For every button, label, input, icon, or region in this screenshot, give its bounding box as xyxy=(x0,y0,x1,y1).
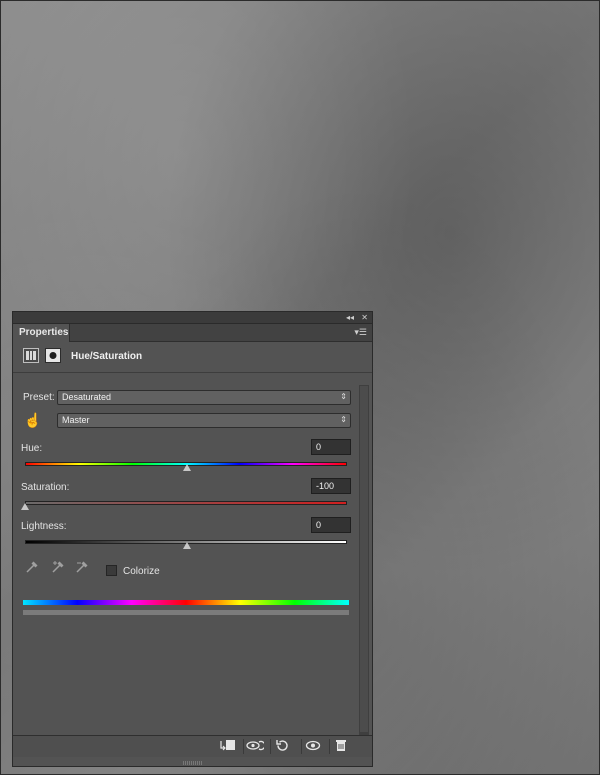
adjustment-type-icon xyxy=(23,348,39,363)
updown-arrows-icon: ⇕ xyxy=(340,392,347,401)
clip-to-layer-icon[interactable] xyxy=(217,739,239,754)
saturation-slider-track[interactable] xyxy=(25,501,347,505)
panel-title-bar[interactable]: ◂◂ ✕ xyxy=(13,312,372,324)
saturation-slider-thumb[interactable] xyxy=(21,503,29,510)
lightness-label: Lightness: xyxy=(21,521,67,532)
hue-label: Hue: xyxy=(21,443,43,454)
panel-footer-toolbar xyxy=(13,735,372,757)
adjustment-header: Hue/Saturation xyxy=(13,342,372,373)
lightness-slider-thumb[interactable] xyxy=(183,542,191,549)
delete-icon[interactable] xyxy=(329,739,352,754)
preset-select-value: Desaturated xyxy=(62,392,112,402)
preset-label: Preset: xyxy=(23,392,55,403)
eyedropper-icon[interactable] xyxy=(24,560,40,576)
scrollbar-thumb[interactable] xyxy=(360,386,368,732)
updown-arrows-icon: ⇕ xyxy=(340,415,347,424)
view-previous-icon[interactable] xyxy=(243,739,266,754)
channel-select[interactable]: Master ⇕ xyxy=(57,413,351,428)
add-to-sample-eyedropper-icon[interactable] xyxy=(50,560,66,576)
reset-icon[interactable] xyxy=(270,739,293,754)
targeted-adjustment-hand-icon[interactable]: ☝ xyxy=(24,412,41,428)
panel-body: Preset: Desaturated ⇕ ☝ Master ⇕ Hue: 0 … xyxy=(13,373,372,753)
tab-properties[interactable]: Properties xyxy=(13,324,70,342)
output-color-bar xyxy=(23,610,349,615)
panel-resize-grip[interactable] xyxy=(183,761,203,765)
adjustment-title: Hue/Saturation xyxy=(71,351,143,362)
double-chevron-icon[interactable]: ◂◂ xyxy=(346,312,354,323)
panel-scrollbar[interactable] xyxy=(359,385,369,753)
layer-mask-icon[interactable] xyxy=(45,348,61,363)
properties-panel: ◂◂ ✕ Properties ▾☰ Hue/Saturation Preset… xyxy=(12,311,373,767)
channel-select-value: Master xyxy=(62,415,90,425)
panel-tab-row: Properties ▾☰ xyxy=(13,324,372,342)
panel-menu-icon[interactable]: ▾☰ xyxy=(354,327,367,338)
hue-input[interactable]: 0 xyxy=(311,439,351,455)
hue-slider-thumb[interactable] xyxy=(183,464,191,471)
visibility-icon[interactable] xyxy=(301,739,324,754)
saturation-input[interactable]: -100 xyxy=(311,478,351,494)
input-color-bar xyxy=(23,600,349,605)
preset-select[interactable]: Desaturated ⇕ xyxy=(57,390,351,405)
close-icon[interactable]: ✕ xyxy=(361,312,368,323)
colorize-label: Colorize xyxy=(123,566,160,577)
colorize-checkbox[interactable] xyxy=(106,565,117,576)
subtract-from-sample-eyedropper-icon[interactable] xyxy=(74,560,90,576)
saturation-label: Saturation: xyxy=(21,482,70,493)
lightness-input[interactable]: 0 xyxy=(311,517,351,533)
